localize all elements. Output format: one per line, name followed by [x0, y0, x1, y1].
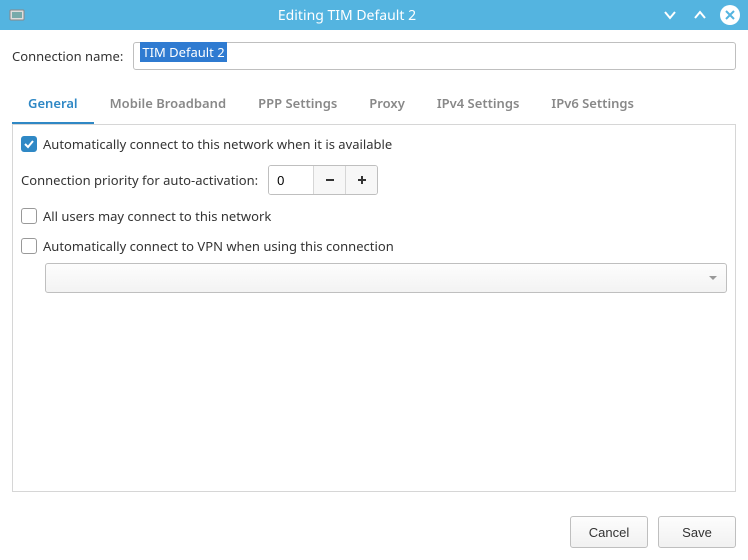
cancel-button[interactable]: Cancel	[570, 516, 648, 548]
connection-name-label: Connection name:	[12, 47, 123, 65]
all-users-label: All users may connect to this network	[43, 207, 271, 225]
connection-name-input[interactable]: TIM Default 2	[133, 42, 736, 70]
priority-row: Connection priority for auto-activation:	[21, 165, 727, 195]
auto-connect-row: Automatically connect to this network wh…	[21, 135, 727, 153]
vpn-select[interactable]	[45, 263, 727, 293]
app-icon	[8, 6, 26, 24]
dialog-content: Connection name: TIM Default 2 General M…	[0, 30, 748, 504]
titlebar-controls	[660, 5, 740, 25]
priority-label: Connection priority for auto-activation:	[21, 171, 258, 189]
auto-vpn-group: Automatically connect to VPN when using …	[21, 237, 727, 293]
all-users-checkbox[interactable]	[21, 208, 37, 224]
dropdown-icon	[708, 273, 718, 283]
minus-icon	[324, 174, 336, 186]
auto-connect-checkbox[interactable]	[21, 136, 37, 152]
priority-spinbox	[268, 165, 378, 195]
tab-ipv4-settings[interactable]: IPv4 Settings	[421, 84, 536, 124]
save-button[interactable]: Save	[658, 516, 736, 548]
close-icon	[724, 9, 736, 21]
tab-ipv6-settings[interactable]: IPv6 Settings	[535, 84, 650, 124]
connection-name-selected-text: TIM Default 2	[140, 42, 226, 62]
auto-vpn-label: Automatically connect to VPN when using …	[43, 237, 394, 255]
chevron-down-icon	[663, 8, 677, 22]
titlebar: Editing TIM Default 2	[0, 0, 748, 30]
priority-input[interactable]	[269, 166, 313, 194]
tab-general[interactable]: General	[12, 84, 94, 124]
all-users-row: All users may connect to this network	[21, 207, 727, 225]
general-panel: Automatically connect to this network wh…	[12, 125, 736, 492]
priority-increment-button[interactable]	[345, 166, 377, 194]
tab-ppp-settings[interactable]: PPP Settings	[242, 84, 353, 124]
tab-mobile-broadband[interactable]: Mobile Broadband	[94, 84, 242, 124]
plus-icon	[356, 174, 368, 186]
minimize-button[interactable]	[660, 5, 680, 25]
close-button[interactable]	[720, 5, 740, 25]
dialog-footer: Cancel Save	[0, 504, 748, 560]
checkmark-icon	[23, 138, 35, 150]
chevron-up-icon	[693, 8, 707, 22]
window-title: Editing TIM Default 2	[34, 6, 660, 25]
auto-vpn-checkbox[interactable]	[21, 238, 37, 254]
auto-connect-label: Automatically connect to this network wh…	[43, 135, 392, 153]
tab-proxy[interactable]: Proxy	[353, 84, 421, 124]
auto-vpn-row: Automatically connect to VPN when using …	[21, 237, 727, 255]
tabs: General Mobile Broadband PPP Settings Pr…	[12, 84, 736, 125]
maximize-button[interactable]	[690, 5, 710, 25]
connection-name-row: Connection name: TIM Default 2	[12, 42, 736, 70]
priority-decrement-button[interactable]	[313, 166, 345, 194]
